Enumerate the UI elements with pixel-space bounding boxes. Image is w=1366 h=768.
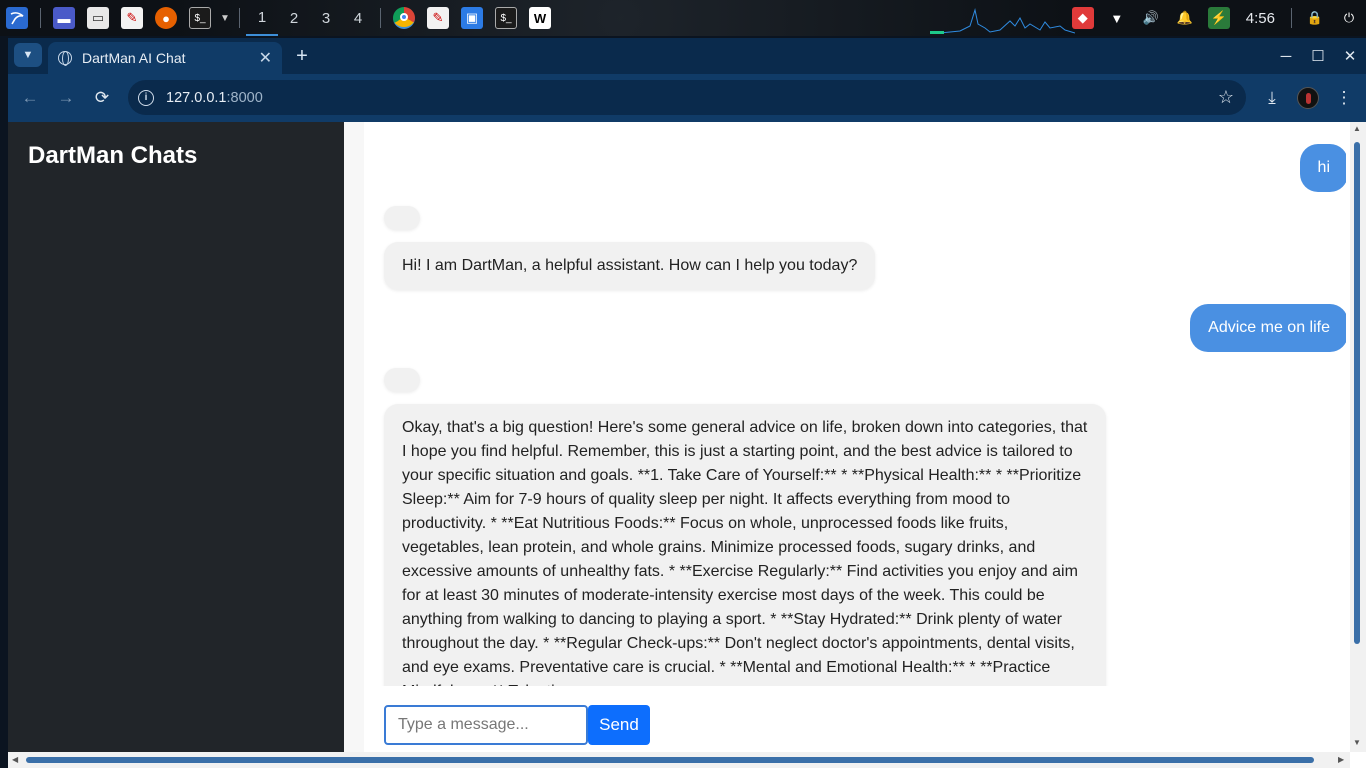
chevron-down-icon: ▼ (22, 49, 34, 61)
bot-message: Okay, that's a big question! Here's some… (384, 404, 1106, 686)
message-input[interactable] (384, 705, 588, 745)
workspace-2[interactable]: 2 (278, 0, 310, 36)
scroll-left-icon[interactable]: ◀ (12, 755, 18, 764)
wifi-icon[interactable]: ▼ (1106, 7, 1128, 29)
power-icon[interactable]: ⏻ (1338, 7, 1360, 29)
tab-dartman[interactable]: DartMan AI Chat ✕ (48, 42, 282, 74)
sidebar: DartMan Chats (8, 122, 344, 768)
volume-icon[interactable]: 🔊 (1140, 7, 1162, 29)
maximize-icon[interactable]: ☐ (1302, 38, 1334, 74)
empty-bubble (384, 368, 420, 392)
reload-icon[interactable]: ⟳ (90, 86, 114, 110)
bell-icon[interactable]: 🔔 (1174, 7, 1196, 29)
scroll-up-icon[interactable]: ▲ (1352, 124, 1362, 133)
workspace-3[interactable]: 3 (310, 0, 342, 36)
editor-icon[interactable]: ✎ (427, 7, 449, 29)
app-icon[interactable]: W (529, 7, 551, 29)
url-port: :8000 (226, 89, 263, 106)
user-message: hi (1299, 144, 1346, 192)
vertical-scrollbar[interactable]: ▲ ▼ (1350, 122, 1366, 752)
scrollbar-thumb[interactable] (1354, 142, 1360, 644)
tab-bar: ▼ DartMan AI Chat ✕ + ─ ☐ ✕ (8, 38, 1366, 74)
browser-window: ▼ DartMan AI Chat ✕ + ─ ☐ ✕ ← → ⟳ i 127.… (8, 38, 1366, 768)
text-editor-icon[interactable]: ✎ (121, 7, 143, 29)
sidebar-title: DartMan Chats (28, 142, 198, 169)
cpu-graph (930, 8, 1075, 34)
message-list: hi Hi! I am DartMan, a helpful assistant… (364, 122, 1346, 686)
close-icon[interactable]: ✕ (259, 48, 272, 68)
taskbar-separator (380, 8, 381, 28)
scroll-right-icon[interactable]: ▶ (1338, 755, 1344, 764)
forward-icon[interactable]: → (54, 86, 78, 110)
terminal-icon[interactable]: $_ (189, 7, 211, 29)
scroll-down-icon[interactable]: ▼ (1352, 738, 1362, 747)
empty-bubble (384, 206, 420, 230)
lock-icon[interactable]: 🔒 (1304, 7, 1326, 29)
system-tray: ◆ ▼ 🔊 🔔 ⚡ 4:56 🔒 ⏻ (1066, 0, 1366, 36)
chat-panel: hi Hi! I am DartMan, a helpful assistant… (364, 122, 1346, 768)
page-content: DartMan Chats hi Hi! I am DartMan, a hel… (8, 122, 1366, 768)
window-controls: ─ ☐ ✕ (1270, 38, 1366, 74)
minimize-icon[interactable]: ─ (1270, 38, 1302, 74)
site-info-icon[interactable]: i (138, 89, 154, 106)
firefox-icon[interactable]: ● (155, 7, 177, 29)
battery-icon[interactable]: ⚡ (1207, 7, 1230, 29)
composer: Send (384, 705, 650, 745)
send-button[interactable]: Send (588, 705, 650, 745)
user-message: Advice me on life (1190, 304, 1346, 352)
tab-title: DartMan AI Chat (82, 50, 186, 66)
kali-menu-icon[interactable] (6, 7, 28, 29)
globe-icon (58, 51, 72, 66)
url-host: 127.0.0.1 (166, 89, 227, 106)
tab-search-button[interactable]: ▼ (14, 43, 42, 67)
desktop-icon[interactable]: ▬ (53, 7, 75, 29)
menu-kebab-icon[interactable]: ⋮ (1332, 86, 1356, 110)
new-tab-button[interactable]: + (290, 44, 314, 68)
files-icon[interactable]: ▭ (87, 7, 109, 29)
close-window-icon[interactable]: ✕ (1334, 38, 1366, 74)
gutter (344, 122, 364, 768)
taskbar-separator (239, 8, 240, 28)
terminal-icon[interactable]: $_ (495, 7, 517, 29)
taskbar-separator (1291, 8, 1292, 28)
back-icon[interactable]: ← (18, 86, 42, 110)
workspace-1[interactable]: 1 (246, 0, 278, 36)
bot-message: Hi! I am DartMan, a helpful assistant. H… (384, 242, 876, 290)
taskbar: ▬ ▭ ✎ ● $_ ▼ 1 2 3 4 ✎ ▣ $_ W ◆ ▼ 🔊 🔔 ⚡ … (0, 0, 1366, 36)
browser-toolbar: ← → ⟳ i 127.0.0.1 :8000 ☆ ⤓ ⋮ (8, 74, 1366, 122)
clock[interactable]: 4:56 (1246, 10, 1275, 27)
scrollbar-thumb[interactable] (26, 757, 1314, 763)
address-bar[interactable]: i 127.0.0.1 :8000 ☆ (128, 80, 1246, 115)
folder-icon[interactable]: ▣ (461, 7, 483, 29)
vpn-icon[interactable]: ◆ (1071, 7, 1094, 29)
bookmark-star-icon[interactable]: ☆ (1218, 87, 1234, 108)
chrome-icon[interactable] (393, 7, 415, 29)
horizontal-scrollbar[interactable]: ◀ ▶ (8, 752, 1350, 768)
download-icon[interactable]: ⤓ (1260, 86, 1284, 110)
workspace-4[interactable]: 4 (342, 0, 374, 36)
profile-avatar[interactable] (1297, 87, 1319, 109)
taskbar-separator (40, 8, 41, 28)
chevron-down-icon[interactable]: ▼ (219, 7, 231, 29)
